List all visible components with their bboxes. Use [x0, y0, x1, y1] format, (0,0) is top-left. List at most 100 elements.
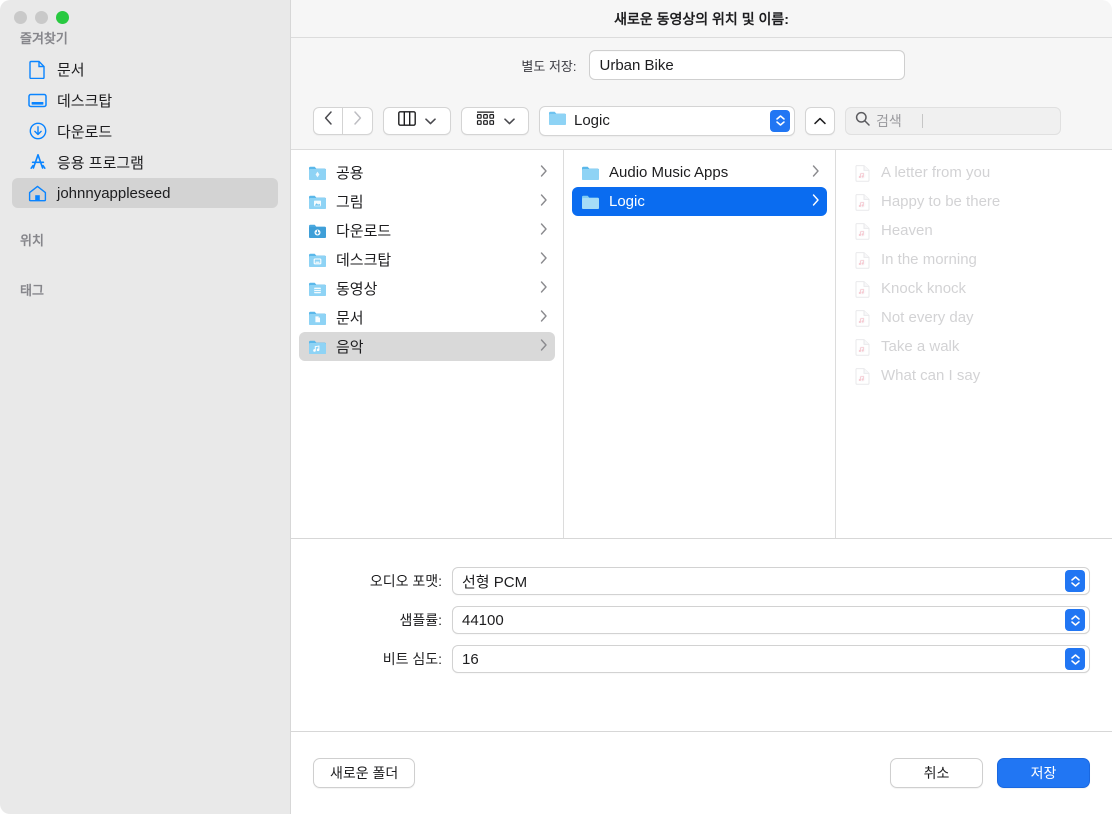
file-row-documents[interactable]: 문서 — [299, 303, 555, 332]
file-row-shared[interactable]: 공용 — [299, 158, 555, 187]
chevron-right-icon — [540, 280, 549, 298]
cancel-button[interactable]: 취소 — [890, 758, 983, 788]
option-label: 샘플률: — [399, 612, 442, 628]
sidebar: 즐겨찾기 문서 데스크탑 다운로드 응용 프로그램 johnnyapplesee… — [0, 0, 290, 814]
file-row-label: 데스크탑 — [336, 252, 392, 269]
toolbar: Logic 검색 — [291, 92, 1112, 150]
file-row-movies[interactable]: 동영상 — [299, 274, 555, 303]
option-label: 오디오 포맷: — [369, 573, 442, 589]
sample-rate-popup[interactable]: 44100 — [452, 606, 1090, 634]
file-row-happy-to-be-there[interactable]: Happy to be there — [844, 187, 1104, 216]
audio-format-stepper[interactable] — [1065, 570, 1085, 592]
sidebar-item-label: 응용 프로그램 — [57, 154, 144, 172]
sidebar-item-label: 문서 — [57, 61, 85, 79]
sidebar-item-applications[interactable]: 응용 프로그램 — [12, 147, 278, 177]
forward-button[interactable] — [343, 106, 373, 135]
sidebar-item-label: 데스크탑 — [57, 92, 113, 110]
sidebar-item-documents[interactable]: 문서 — [12, 54, 278, 84]
group-view-icon — [476, 110, 495, 131]
minimize-button[interactable] — [35, 11, 48, 24]
browser-column-3[interactable]: A letter from you Happy to be there Heav… — [836, 150, 1112, 538]
music-file-icon — [852, 221, 872, 241]
option-value: 16 — [462, 650, 479, 668]
folder-icon — [580, 163, 600, 183]
sidebar-item-downloads[interactable]: 다운로드 — [12, 116, 278, 146]
file-row-in-the-morning[interactable]: In the morning — [844, 245, 1104, 274]
location-popup-label: Logic — [574, 112, 610, 129]
file-row-label: Audio Music Apps — [609, 164, 729, 181]
file-row-not-every-day[interactable]: Not every day — [844, 303, 1104, 332]
filename-input[interactable] — [588, 50, 905, 80]
sample-rate-stepper[interactable] — [1065, 609, 1085, 631]
search-placeholder: 검색 — [876, 112, 902, 129]
chevron-right-icon — [812, 193, 821, 211]
file-row-label: 동영상 — [336, 281, 378, 298]
home-icon — [28, 184, 47, 203]
file-row-take-a-walk[interactable]: Take a walk — [844, 332, 1104, 361]
folder-pictures-icon — [307, 192, 327, 212]
group-by-button[interactable] — [461, 106, 529, 135]
file-row-desktop[interactable]: 데스크탑 — [299, 245, 555, 274]
applications-icon — [28, 153, 47, 172]
file-row-downloads[interactable]: 다운로드 — [299, 216, 555, 245]
desktop-icon — [28, 91, 47, 110]
chevron-right-icon — [540, 251, 549, 269]
sidebar-item-home[interactable]: johnnyappleseed — [12, 178, 278, 208]
bit-depth-stepper[interactable] — [1065, 648, 1085, 670]
folder-shared-icon — [307, 163, 327, 183]
search-field[interactable]: 검색 — [845, 106, 1061, 135]
file-row-logic[interactable]: Logic — [572, 187, 827, 216]
document-icon — [28, 60, 47, 79]
back-button[interactable] — [313, 106, 343, 135]
file-row-knock-knock[interactable]: Knock knock — [844, 274, 1104, 303]
option-value: 선형 PCM — [462, 573, 528, 591]
music-file-icon — [852, 250, 872, 270]
folder-desktop-icon — [307, 250, 327, 270]
bit-depth-popup[interactable]: 16 — [452, 645, 1090, 673]
file-row-pictures[interactable]: 그림 — [299, 187, 555, 216]
chevron-right-icon — [353, 111, 362, 130]
navigation-buttons — [313, 106, 373, 135]
location-popup-stepper[interactable] — [770, 109, 790, 132]
go-up-button[interactable] — [805, 106, 835, 135]
file-row-label: 공용 — [336, 165, 364, 182]
chevron-up-icon — [814, 112, 826, 130]
file-row-label: 음악 — [336, 339, 364, 356]
file-row-heaven[interactable]: Heaven — [844, 216, 1104, 245]
option-sample-rate-row: 샘플률: 44100 — [291, 606, 1112, 634]
save-as-label: 별도 저장: — [521, 58, 577, 74]
close-button[interactable] — [14, 11, 27, 24]
save-as-row: 별도 저장: — [291, 38, 1112, 92]
browser-column-2[interactable]: Audio Music Apps Logic — [564, 150, 836, 538]
folder-icon — [580, 192, 600, 212]
music-file-icon — [852, 163, 872, 183]
dialog-pane: 새로운 동영상의 위치 및 이름: 별도 저장: Urban Bike Logi… — [290, 0, 1112, 814]
option-bit-depth-row: 비트 심도: 16 — [291, 645, 1112, 673]
file-row-label: Knock knock — [881, 280, 967, 297]
audio-format-popup[interactable]: 선형 PCM — [452, 567, 1090, 595]
option-label: 비트 심도: — [382, 651, 442, 667]
file-row-a-letter-from-you[interactable]: A letter from you — [844, 158, 1104, 187]
chevron-right-icon — [540, 338, 549, 356]
save-button[interactable]: 저장 — [997, 758, 1090, 788]
folder-icon — [548, 110, 567, 131]
new-folder-button[interactable]: 새로운 폴더 — [313, 758, 416, 788]
sidebar-item-label: johnnyappleseed — [57, 184, 171, 202]
file-row-label: 그림 — [336, 194, 364, 211]
zoom-button[interactable] — [56, 11, 69, 24]
sidebar-item-desktop[interactable]: 데스크탑 — [12, 85, 278, 115]
music-file-icon — [852, 308, 872, 328]
file-row-label: Happy to be there — [881, 193, 1001, 210]
search-icon — [855, 111, 870, 131]
location-popup-button[interactable]: Logic — [539, 105, 795, 136]
chevron-down-icon — [425, 112, 436, 130]
file-row-audio-music-apps[interactable]: Audio Music Apps — [572, 158, 827, 187]
view-mode-button[interactable] — [383, 106, 451, 135]
sidebar-item-label: 다운로드 — [57, 123, 113, 141]
file-row-music[interactable]: 음악 — [299, 332, 555, 361]
browser-column-1[interactable]: 공용 그림 다운로드 데스크탑 동영상 문서 음악 — [291, 150, 564, 538]
file-row-what-can-i-say[interactable]: What can I say — [844, 361, 1104, 390]
dialog-title: 새로운 동영상의 위치 및 이름: — [614, 10, 789, 27]
sidebar-section-tags: 태그 — [20, 283, 44, 298]
folder-documents-icon — [307, 308, 327, 328]
